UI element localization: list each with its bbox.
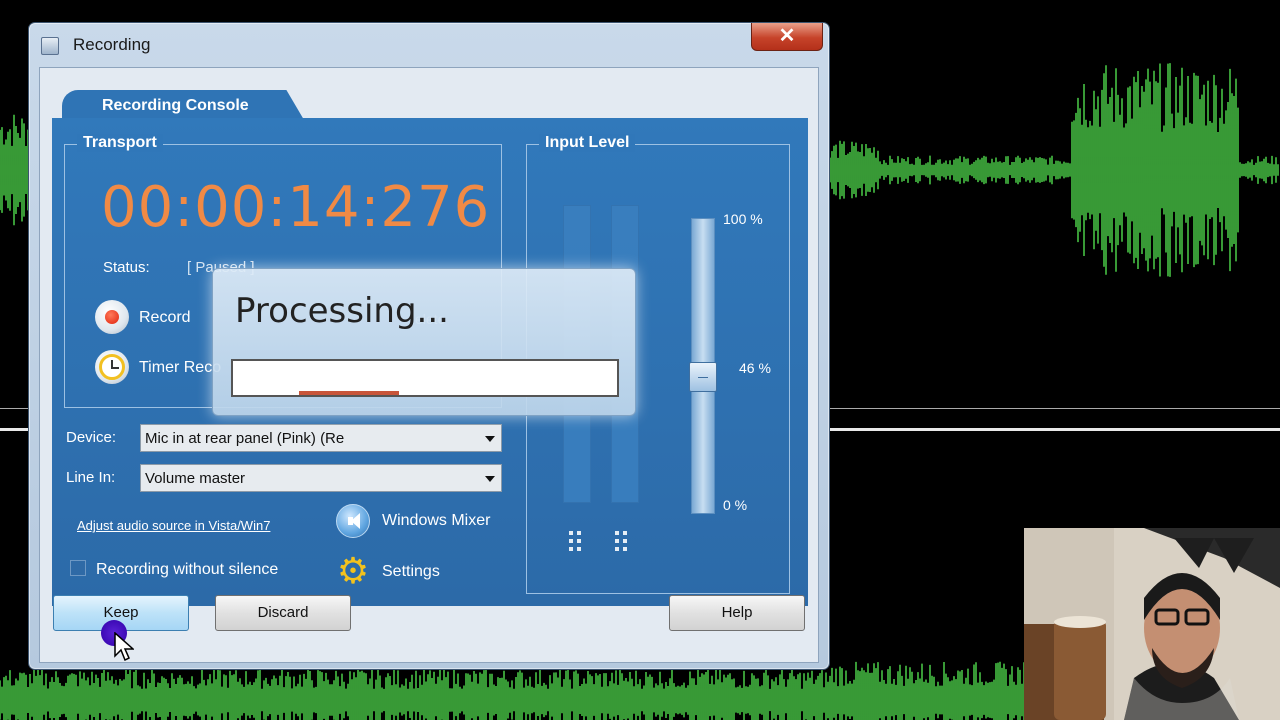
line-in-select-value: Volume master [145, 470, 246, 487]
gear-icon[interactable]: ⚙ [336, 553, 370, 589]
settings-link[interactable]: Settings [382, 563, 440, 581]
processing-title: Processing... [235, 291, 449, 331]
webcam-presenter-image [1024, 528, 1280, 720]
close-button[interactable]: ✕ [751, 23, 823, 51]
transport-title: Transport [77, 134, 163, 152]
input-level-slider-thumb[interactable] [689, 362, 717, 392]
input-level-title: Input Level [539, 134, 636, 152]
left-channel-indicator-icon [569, 531, 589, 551]
adjust-audio-source-link[interactable]: Adjust audio source in Vista/Win7 [77, 518, 270, 533]
processing-dialog: Processing... [212, 268, 636, 416]
status-label: Status: [103, 259, 150, 276]
record-label: Record [139, 309, 191, 326]
timer-record-button[interactable] [95, 350, 129, 384]
speaker-icon[interactable] [336, 504, 370, 538]
tab-recording-console-label: Recording Console [102, 97, 249, 114]
processing-progress-bar [231, 359, 619, 397]
device-select-value: Mic in at rear panel (Pink) (Re [145, 430, 345, 447]
windows-mixer-link[interactable]: Windows Mixer [382, 512, 490, 530]
discard-button[interactable]: Discard [215, 595, 351, 631]
title-bar[interactable]: Recording ✕ [29, 23, 829, 67]
app-icon [41, 37, 59, 55]
elapsed-timer: 00:00:14:276 [101, 175, 491, 240]
device-select[interactable]: Mic in at rear panel (Pink) (Re [140, 424, 502, 452]
level-0-label: 0 % [723, 497, 748, 513]
record-button[interactable] [95, 300, 129, 334]
recording-without-silence-checkbox[interactable] [70, 560, 86, 576]
level-100-label: 100 % [723, 211, 763, 227]
help-button[interactable]: Help [669, 595, 805, 631]
window-title: Recording [73, 35, 151, 54]
mouse-pointer-icon [114, 632, 134, 662]
chevron-down-icon [485, 476, 495, 482]
level-current-label: 46 % [739, 360, 771, 376]
timer-record-label: Timer Reco [139, 359, 222, 376]
device-label: Device: [66, 429, 117, 446]
line-in-label: Line In: [66, 469, 116, 486]
clock-icon [99, 354, 125, 380]
progress-fill [299, 391, 399, 395]
right-channel-indicator-icon [615, 531, 635, 551]
chevron-down-icon [485, 436, 495, 442]
record-icon [105, 310, 119, 324]
recording-without-silence-label: Recording without silence [96, 561, 279, 578]
line-in-select[interactable]: Volume master [140, 464, 502, 492]
